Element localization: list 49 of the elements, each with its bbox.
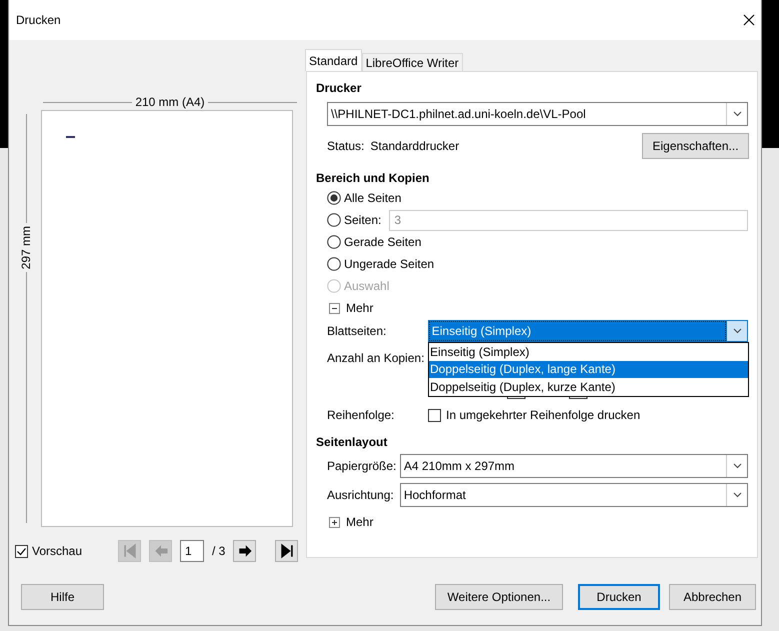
dropdown-option[interactable]: Einseitig (Simplex) (429, 343, 748, 360)
section-heading: Bereich und Kopien (316, 170, 430, 187)
close-icon[interactable] (743, 14, 755, 26)
field-label: Papiergröße: (327, 458, 398, 472)
dialog-button[interactable]: Weitere Optionen... (435, 584, 563, 610)
section-heading: Drucker (316, 80, 362, 97)
chevron-down-icon (732, 462, 742, 468)
field-label: Blattseiten: (327, 324, 388, 338)
status-value: Standarddrucker (370, 139, 460, 153)
page-total-label: / 3 (212, 544, 226, 558)
dropdown-field[interactable]: \\PHILNET-DC1.philnet.ad.uni-koeln.de\VL-Pool (327, 102, 748, 126)
checkbox-icon (15, 544, 28, 558)
more-toggle[interactable]: Mehr (346, 515, 374, 529)
field-label: Ausrichtung: (327, 488, 395, 502)
status-label: Status: (327, 139, 364, 153)
radio-option[interactable]: Ungerade Seiten (327, 257, 434, 271)
collapse-icon[interactable] (329, 302, 340, 314)
radio-option[interactable]: Alle Seiten (327, 191, 402, 205)
checkbox-icon (428, 408, 441, 422)
page-number-field[interactable]: 1 (180, 540, 204, 562)
dropdown-field[interactable]: Einseitig (Simplex) (428, 320, 748, 342)
radio-option[interactable]: Gerade Seiten (327, 235, 422, 249)
reverse-order-checkbox[interactable]: In umgekehrter Reihenfolge drucken (428, 408, 640, 422)
field-label: Reihenfolge: (327, 408, 396, 422)
dropdown-option[interactable]: Doppelseitig (Duplex, kurze Kante) (429, 378, 748, 396)
dropdown-field[interactable]: A4 210mm x 297mm (400, 454, 748, 478)
field-label: Anzahl an Kopien: (327, 351, 426, 365)
tab[interactable]: LibreOffice Writer (362, 53, 463, 71)
next-page-button[interactable] (233, 540, 256, 562)
radio-option[interactable]: Seiten: (327, 213, 382, 227)
page-width-label: 210 mm (A4) (135, 95, 205, 109)
dialog-button[interactable]: Abbrechen (669, 584, 756, 610)
dialog-button[interactable]: Drucken (578, 584, 660, 610)
tab[interactable]: Standard (305, 49, 362, 71)
chevron-down-icon (732, 492, 742, 498)
properties-button[interactable]: Eigenschaften... (642, 133, 749, 159)
page-height-label: 297 mm (19, 226, 33, 270)
section-heading: Seitenlayout (316, 434, 388, 451)
dropdown-option[interactable]: Doppelseitig (Duplex, lange Kante) (429, 360, 748, 378)
preview-checkbox[interactable]: Vorschau (15, 544, 118, 558)
chevron-down-icon (732, 328, 742, 334)
expand-icon[interactable] (329, 516, 340, 528)
last-page-button[interactable] (275, 540, 298, 562)
more-toggle[interactable]: Mehr (346, 301, 374, 315)
chevron-down-icon (732, 111, 742, 117)
dialog-button[interactable]: Hilfe (21, 584, 104, 610)
text-mark (66, 136, 75, 138)
dropdown-field[interactable]: Hochformat (400, 482, 748, 506)
window-title: Drucken (16, 13, 61, 27)
